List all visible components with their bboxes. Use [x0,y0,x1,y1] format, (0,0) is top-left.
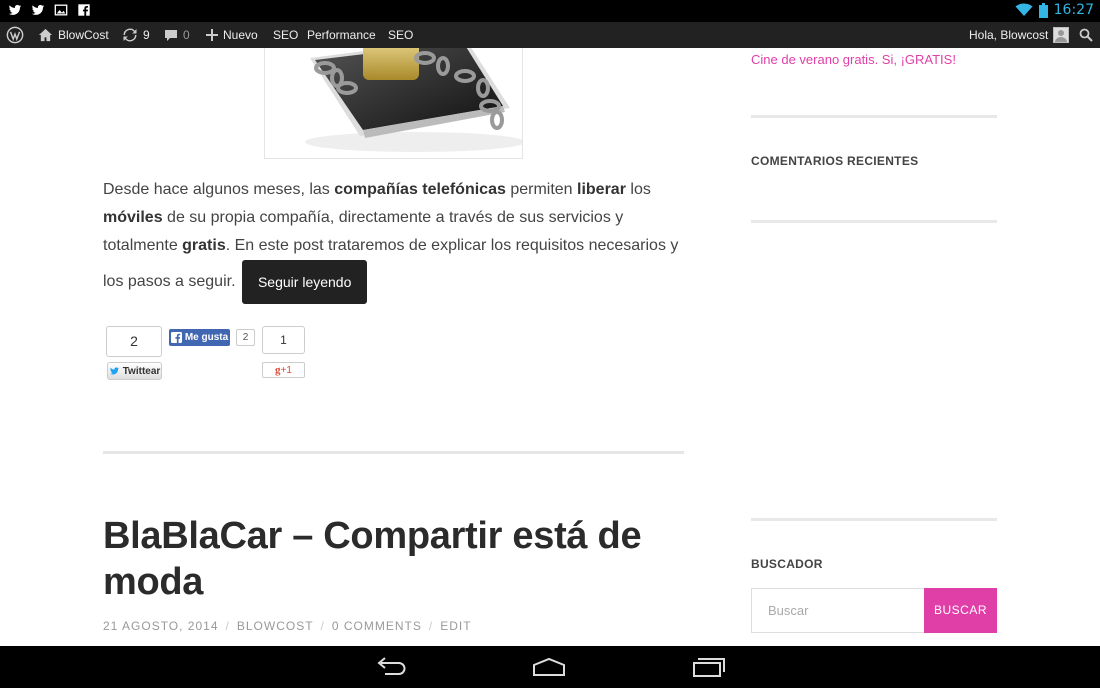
bold-text: gratis [182,237,226,254]
post-author[interactable]: BLOWCOST [237,619,314,633]
menu-seo-label: SEO [273,28,299,42]
twitter-icon [109,367,119,375]
gplus-button[interactable]: g +1 [262,362,305,378]
navigation-bar [0,646,1100,688]
search-toggle[interactable] [1079,22,1093,48]
facebook-like-button[interactable]: Me gusta [169,329,230,346]
tweet-label: Twittear [122,365,161,377]
wordpress-logo-button[interactable] [6,22,24,48]
twitter-icon [31,4,45,15]
bold-text: móviles [103,209,163,226]
home-icon [38,28,53,42]
gplus-count-box: 1 [262,326,305,354]
facebook-icon [170,332,182,343]
post-divider [103,451,684,454]
locked-phone-image [305,48,522,152]
like-label: Me gusta [184,332,229,343]
facebook-icon [78,4,90,17]
updates-count: 9 [143,28,150,42]
wp-admin-bar: BlowCost 9 0 Nuevo SEO Performance SEO H… [0,22,1100,48]
notification-icons [8,3,91,17]
post-title[interactable]: BlaBlaCar – Compartir está de moda [103,513,683,605]
battery-icon [1038,2,1048,18]
user-icon [1055,30,1068,42]
clock: 16:27 [1053,2,1094,18]
search-button[interactable]: BUSCAR [924,588,997,633]
refresh-icon [123,28,137,42]
system-tray: 16:27 [1015,2,1094,18]
menu-performance-label: Performance [307,28,376,42]
comments-count: 0 [183,28,190,42]
search-heading: BUSCADOR [751,557,823,571]
post-date[interactable]: 21 AGOSTO, 2014 [103,619,219,633]
comment-icon [165,29,177,41]
plus-icon [206,29,218,41]
sidebar-divider [751,518,997,521]
post-comments-link[interactable]: 0 COMMENTS [332,619,422,633]
post-meta: 21 AGOSTO, 2014/BLOWCOST/0 COMMENTS / EDIT [103,619,472,633]
bold-text: liberar [577,181,626,198]
site-name-label: BlowCost [58,28,109,42]
search-icon [1079,28,1093,42]
menu-seo-2-label: SEO [388,28,414,42]
post-excerpt: Desde hace algunos meses, las compañías … [103,176,693,304]
back-icon[interactable] [371,654,411,680]
post-edit-link[interactable]: EDIT [440,619,471,633]
bold-text: compañías telefónicas [334,181,506,198]
facebook-like-count: 2 [236,329,255,346]
site-name-link[interactable]: BlowCost [38,22,109,48]
gplus-label: +1 [280,364,292,376]
new-label: Nuevo [223,28,258,42]
menu-seo[interactable]: SEO [273,22,298,48]
search-input[interactable]: Buscar [751,588,924,633]
wifi-icon [1015,3,1033,16]
updates-link[interactable]: 9 [122,22,150,48]
recent-comments-heading: COMENTARIOS RECIENTES [751,154,919,168]
menu-seo-2[interactable]: SEO [388,22,413,48]
home-button-icon[interactable] [529,654,569,680]
twitter-icon [8,4,22,15]
recent-apps-icon[interactable] [688,654,728,680]
menu-performance[interactable]: Performance [307,22,376,48]
sidebar-divider [751,115,997,118]
new-content-link[interactable]: Nuevo [206,22,258,48]
wordpress-icon [6,26,24,44]
sidebar-divider [751,220,997,223]
post-thumbnail[interactable] [264,48,523,159]
status-bar: 16:27 [0,0,1100,22]
tweet-button[interactable]: Twittear [107,362,162,380]
read-more-button[interactable]: Seguir leyendo [241,260,368,304]
my-account-link[interactable]: Hola, Blowcost [969,22,1070,48]
avatar [1053,27,1070,43]
recent-post-link[interactable]: Cine de verano gratis. Si, ¡GRATIS! [751,52,956,67]
comments-link[interactable]: 0 [164,22,190,48]
greeting-label: Hola, Blowcost [969,28,1049,42]
image-icon [54,4,68,16]
twitter-count-box: 2 [106,326,162,357]
